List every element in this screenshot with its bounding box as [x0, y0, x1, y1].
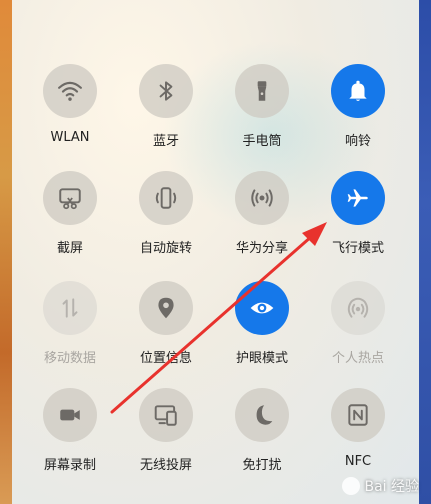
tile-airplane-mode-button[interactable]	[331, 171, 385, 225]
tile-do-not-disturb-button[interactable]	[235, 388, 289, 442]
tile-label: 蓝牙	[152, 134, 179, 149]
tile-screen-record-button[interactable]	[43, 388, 97, 442]
tile-huawei-share[interactable]: 华为分享	[217, 171, 307, 271]
tile-label: 手电筒	[242, 134, 282, 149]
tile-label: 华为分享	[235, 241, 288, 256]
location-icon	[158, 297, 174, 319]
tile-nfc[interactable]: NFC	[313, 388, 403, 488]
eye-icon	[250, 302, 274, 314]
tile-label: 护眼模式	[235, 351, 288, 366]
tile-wlan-button[interactable]	[43, 64, 97, 118]
bluetooth-icon	[159, 81, 173, 101]
tile-label: 截屏	[56, 241, 83, 256]
tile-do-not-disturb[interactable]: 免打扰	[217, 388, 307, 488]
tile-nfc-button[interactable]	[331, 388, 385, 442]
tile-label: 自动旋转	[139, 241, 192, 256]
tile-wireless-projection-button[interactable]	[139, 388, 193, 442]
tile-airplane-mode[interactable]: 飞行模式	[313, 171, 403, 271]
auto-rotate-icon	[155, 187, 177, 209]
tile-mobile-data[interactable]: 移动数据	[25, 281, 115, 381]
tile-auto-rotate-button[interactable]	[139, 171, 193, 225]
hotspot-icon	[347, 297, 369, 318]
tile-hotspot-button[interactable]	[331, 281, 385, 335]
share-icon	[251, 189, 273, 207]
baidu-paw-icon	[342, 477, 361, 495]
bell-icon	[349, 80, 367, 102]
tile-location[interactable]: 位置信息	[121, 281, 211, 381]
tile-bluetooth[interactable]: 蓝牙	[121, 64, 211, 164]
tile-wireless-projection[interactable]: 无线投屏	[121, 388, 211, 488]
tile-label: 免打扰	[242, 458, 282, 473]
tile-bluetooth-button[interactable]	[139, 64, 193, 118]
tile-location-button[interactable]	[139, 281, 193, 335]
tile-label: NFC	[344, 454, 372, 469]
screen-record-icon	[60, 409, 80, 421]
tile-label: WLAN	[50, 130, 90, 145]
tile-eye-comfort[interactable]: 护眼模式	[217, 281, 307, 381]
tile-flashlight[interactable]: 手电筒	[217, 64, 307, 164]
wireless-projection-icon	[154, 405, 177, 426]
airplane-icon	[347, 189, 368, 207]
tile-hotspot[interactable]: 个人热点	[313, 281, 403, 381]
tile-eye-comfort-button[interactable]	[235, 281, 289, 335]
watermark-text: Bai 经验	[364, 479, 419, 495]
tile-screenshot[interactable]: 截屏	[25, 171, 115, 271]
watermark: Bai 经验	[342, 476, 419, 496]
flashlight-icon	[257, 81, 267, 101]
screenshot-icon	[59, 188, 81, 210]
tile-screen-record[interactable]: 屏幕录制	[25, 388, 115, 488]
tile-screenshot-button[interactable]	[43, 171, 97, 225]
tile-label: 飞行模式	[331, 241, 384, 256]
tile-huawei-share-button[interactable]	[235, 171, 289, 225]
tile-wlan[interactable]: WLAN	[25, 64, 115, 164]
tile-label: 响铃	[344, 134, 371, 149]
tile-label: 位置信息	[139, 351, 192, 366]
tile-label: 个人热点	[331, 351, 384, 366]
tile-label: 无线投屏	[139, 458, 192, 473]
tile-label: 屏幕录制	[43, 458, 96, 473]
nfc-icon	[348, 404, 368, 426]
tile-ring-button[interactable]	[331, 64, 385, 118]
moon-icon	[256, 405, 273, 425]
tile-mobile-data-button[interactable]	[43, 281, 97, 335]
tile-ring[interactable]: 响铃	[313, 64, 403, 164]
wifi-icon	[58, 81, 82, 101]
tile-auto-rotate[interactable]: 自动旋转	[121, 171, 211, 271]
tile-flashlight-button[interactable]	[235, 64, 289, 118]
tile-label: 移动数据	[43, 351, 96, 366]
mobile-data-icon	[62, 298, 78, 318]
